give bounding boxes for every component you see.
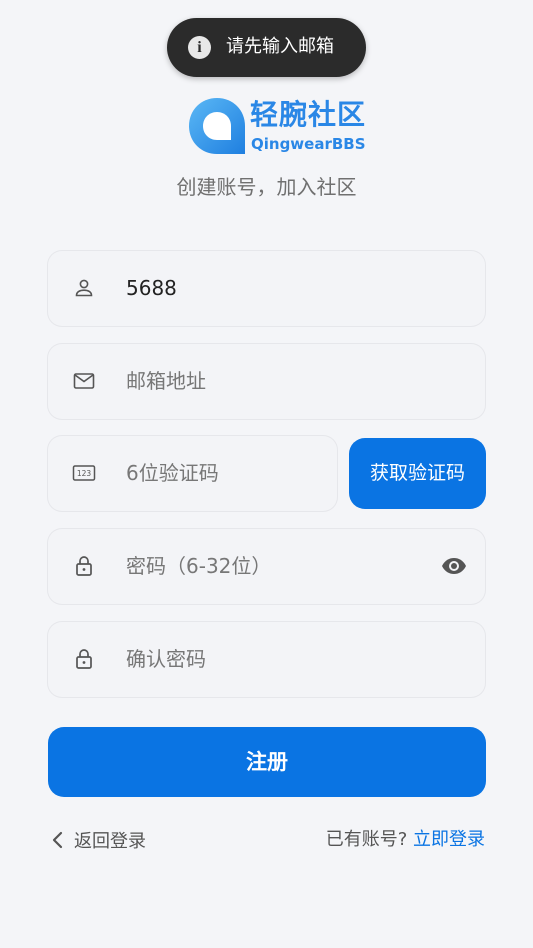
back-to-login-label: 返回登录 bbox=[74, 831, 146, 852]
get-code-button[interactable]: 获取验证码 bbox=[349, 438, 486, 509]
chat-bubble-logo-icon bbox=[189, 98, 245, 154]
user-icon bbox=[75, 279, 93, 297]
app-logo: 轻腕社区 QingwearBBS bbox=[187, 96, 366, 158]
email-field[interactable]: 邮箱地址 bbox=[48, 344, 485, 419]
toast: i 请先输入邮箱 bbox=[167, 18, 366, 77]
page-subtitle: 创建账号，加入社区 bbox=[176, 175, 357, 199]
brand-name-en: QingwearBBS bbox=[251, 135, 366, 153]
password-field[interactable]: 密码（6-32位） bbox=[48, 529, 485, 604]
svg-text:123: 123 bbox=[77, 469, 92, 478]
toast-message: 请先输入邮箱 bbox=[226, 36, 334, 57]
register-button[interactable]: 注册 bbox=[48, 727, 486, 797]
back-to-login-link[interactable]: 返回登录 bbox=[50, 826, 146, 854]
code-placeholder: 6位验证码 bbox=[126, 461, 219, 485]
login-now-link[interactable]: 立即登录 bbox=[413, 829, 485, 850]
brand-name-cn: 轻腕社区 bbox=[250, 98, 367, 131]
info-icon: i bbox=[188, 36, 211, 59]
eye-icon[interactable] bbox=[441, 554, 467, 578]
username-value: 5688 bbox=[126, 276, 177, 300]
keypad-icon: 123 bbox=[72, 465, 96, 481]
email-placeholder: 邮箱地址 bbox=[126, 369, 206, 393]
chevron-left-icon bbox=[52, 831, 63, 849]
confirm-password-placeholder: 确认密码 bbox=[126, 647, 206, 671]
lock-icon bbox=[76, 556, 92, 576]
username-field[interactable]: 5688 bbox=[48, 251, 485, 326]
lock-icon bbox=[76, 649, 92, 669]
have-account-text: 已有账号? bbox=[325, 829, 408, 850]
have-account-row: 已有账号? 立即登录 bbox=[326, 826, 485, 854]
mail-icon bbox=[73, 373, 95, 389]
confirm-password-field[interactable]: 确认密码 bbox=[48, 622, 485, 697]
code-field[interactable]: 123 6位验证码 bbox=[48, 436, 337, 511]
password-placeholder: 密码（6-32位） bbox=[126, 554, 272, 578]
